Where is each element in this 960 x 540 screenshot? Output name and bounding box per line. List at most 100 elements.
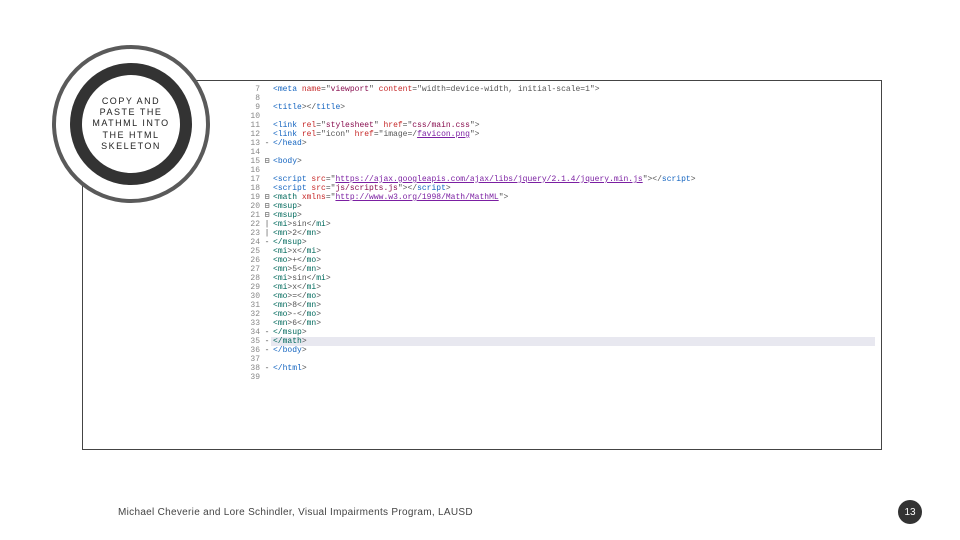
code-line: 8 bbox=[245, 94, 875, 103]
code-line: 15⊟<body> bbox=[245, 157, 875, 166]
code-line: 26 <mo>+</mo> bbox=[245, 256, 875, 265]
fold-marker: ⊟ bbox=[263, 157, 271, 166]
fold-marker: - bbox=[263, 328, 271, 337]
code-content: <mo>+</mo> bbox=[271, 256, 875, 265]
line-number: 26 bbox=[245, 256, 263, 265]
line-number: 7 bbox=[245, 85, 263, 94]
code-line: 16 bbox=[245, 166, 875, 175]
code-content: <title></title> bbox=[271, 103, 875, 112]
code-content: <script src="https://ajax.googleapis.com… bbox=[271, 175, 875, 184]
line-number: 34 bbox=[245, 328, 263, 337]
code-content: <link rel="stylesheet" href="css/main.cs… bbox=[271, 121, 875, 130]
code-line: 34-</msup> bbox=[245, 328, 875, 337]
line-number: 11 bbox=[245, 121, 263, 130]
line-number: 25 bbox=[245, 247, 263, 256]
code-line: 31 <mn>8</mn> bbox=[245, 301, 875, 310]
code-content: <mo>-</mo> bbox=[271, 310, 875, 319]
code-line: 24- </msup> bbox=[245, 238, 875, 247]
line-number: 38 bbox=[245, 364, 263, 373]
fold-marker: - bbox=[263, 139, 271, 148]
code-line: 19⊟ <math xmlns="http://www.w3.org/1998/… bbox=[245, 193, 875, 202]
code-content: </body> bbox=[271, 346, 875, 355]
code-line: 39 bbox=[245, 373, 875, 382]
code-content: <mi>x</mi> bbox=[271, 283, 875, 292]
line-number: 8 bbox=[245, 94, 263, 103]
fold-marker: ⊟ bbox=[263, 211, 271, 220]
code-line: 21⊟ <msup> bbox=[245, 211, 875, 220]
code-line: 22| <mi>sin</mi> bbox=[245, 220, 875, 229]
code-line: 7 <meta name="viewport" content="width=d… bbox=[245, 85, 875, 94]
code-content: <mi>sin</mi> bbox=[271, 274, 875, 283]
line-number: 39 bbox=[245, 373, 263, 382]
footer-credit: Michael Cheverie and Lore Schindler, Vis… bbox=[118, 507, 473, 518]
line-number: 37 bbox=[245, 355, 263, 364]
code-content: <script src="js/scripts.js"></script> bbox=[271, 184, 875, 193]
code-content: <mn>8</mn> bbox=[271, 301, 875, 310]
badge-center: COPY AND PASTE THE MATHML INTO THE HTML … bbox=[82, 75, 180, 173]
code-line: 33 <mn>6</mn> bbox=[245, 319, 875, 328]
title-badge: COPY AND PASTE THE MATHML INTO THE HTML … bbox=[52, 45, 210, 203]
code-content: </head> bbox=[271, 139, 875, 148]
code-line: 17 <script src="https://ajax.googleapis.… bbox=[245, 175, 875, 184]
fold-marker: - bbox=[263, 337, 271, 346]
line-number: 24 bbox=[245, 238, 263, 247]
fold-marker: - bbox=[263, 346, 271, 355]
line-number: 13 bbox=[245, 139, 263, 148]
line-number: 27 bbox=[245, 265, 263, 274]
code-content: <meta name="viewport" content="width=dev… bbox=[271, 85, 875, 94]
code-content: <mi>x</mi> bbox=[271, 247, 875, 256]
line-number: 19 bbox=[245, 193, 263, 202]
code-line: 38-</html> bbox=[245, 364, 875, 373]
line-number: 15 bbox=[245, 157, 263, 166]
badge-title: COPY AND PASTE THE MATHML INTO THE HTML … bbox=[82, 90, 180, 158]
line-number: 32 bbox=[245, 310, 263, 319]
line-number: 22 bbox=[245, 220, 263, 229]
code-line: 18 <script src="js/scripts.js"></script> bbox=[245, 184, 875, 193]
line-number: 30 bbox=[245, 292, 263, 301]
fold-marker: ⊟ bbox=[263, 202, 271, 211]
code-content: <math xmlns="http://www.w3.org/1998/Math… bbox=[271, 193, 875, 202]
code-line: 14 bbox=[245, 148, 875, 157]
code-content: <link rel="icon" href="image=/favicon.pn… bbox=[271, 130, 875, 139]
code-line: 11 <link rel="stylesheet" href="css/main… bbox=[245, 121, 875, 130]
line-number: 17 bbox=[245, 175, 263, 184]
line-number: 31 bbox=[245, 301, 263, 310]
code-line: 13-</head> bbox=[245, 139, 875, 148]
code-content: <mi>sin</mi> bbox=[271, 220, 875, 229]
code-line: 30 <mo>=</mo> bbox=[245, 292, 875, 301]
line-number: 10 bbox=[245, 112, 263, 121]
line-number: 9 bbox=[245, 103, 263, 112]
code-line: 10 bbox=[245, 112, 875, 121]
code-content: <msup> bbox=[271, 202, 875, 211]
code-line: 35-</math> bbox=[245, 337, 875, 346]
line-number: 18 bbox=[245, 184, 263, 193]
code-line: 28 <mi>sin</mi> bbox=[245, 274, 875, 283]
code-content: </html> bbox=[271, 364, 875, 373]
line-number: 29 bbox=[245, 283, 263, 292]
code-line: 29 <mi>x</mi> bbox=[245, 283, 875, 292]
code-line: 32 <mo>-</mo> bbox=[245, 310, 875, 319]
line-number: 35 bbox=[245, 337, 263, 346]
fold-marker: | bbox=[263, 229, 271, 238]
fold-marker: ⊟ bbox=[263, 193, 271, 202]
line-number: 20 bbox=[245, 202, 263, 211]
line-number: 36 bbox=[245, 346, 263, 355]
code-line: 25 <mi>x</mi> bbox=[245, 247, 875, 256]
line-number: 33 bbox=[245, 319, 263, 328]
code-line: 36-</body> bbox=[245, 346, 875, 355]
code-content: </msup> bbox=[271, 328, 875, 337]
line-number: 16 bbox=[245, 166, 263, 175]
code-line: 9 <title></title> bbox=[245, 103, 875, 112]
code-content: <mo>=</mo> bbox=[271, 292, 875, 301]
fold-marker: - bbox=[263, 238, 271, 247]
code-content: </math> bbox=[271, 337, 875, 346]
code-content: <mn>2</mn> bbox=[271, 229, 875, 238]
code-line: 23| <mn>2</mn> bbox=[245, 229, 875, 238]
code-line: 12 <link rel="icon" href="image=/favicon… bbox=[245, 130, 875, 139]
line-number: 14 bbox=[245, 148, 263, 157]
code-line: 20⊟<msup> bbox=[245, 202, 875, 211]
code-content: </msup> bbox=[271, 238, 875, 247]
code-line: 27 <mn>5</mn> bbox=[245, 265, 875, 274]
code-editor-screenshot: 7 <meta name="viewport" content="width=d… bbox=[245, 85, 875, 382]
code-content: <mn>5</mn> bbox=[271, 265, 875, 274]
